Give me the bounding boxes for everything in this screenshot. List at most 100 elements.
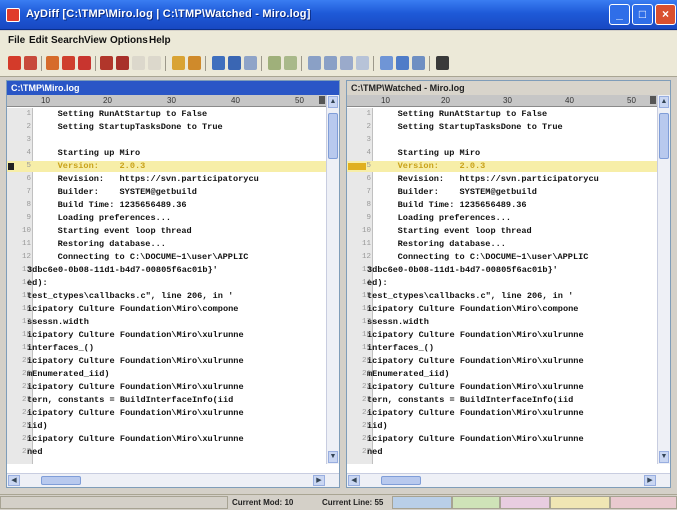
code-line[interactable]: 7 Builder: SYSTEM@getbuild (347, 187, 658, 198)
menu-edit[interactable]: Edit (29, 35, 48, 46)
code-line[interactable]: 7 Builder: SYSTEM@getbuild (7, 187, 327, 198)
view-horizontal-icon[interactable] (380, 56, 393, 70)
maximize-button[interactable]: □ (632, 4, 653, 25)
code-line[interactable]: 9 Loading preferences... (7, 213, 327, 224)
code-line[interactable]: 16 icipatory Culture Foundation\Miro\comp… (7, 304, 327, 315)
save-left-icon[interactable] (308, 56, 321, 70)
scroll-thumb[interactable] (41, 476, 81, 485)
code-line[interactable]: 19 interfaces_() (7, 343, 327, 354)
code-line[interactable]: 25 iid) (347, 421, 658, 432)
code-line[interactable]: 16 icipatory Culture Foundation\Miro\comp… (347, 304, 658, 315)
code-line[interactable]: 15 test_ctypes\callbacks.c", line 206, in… (7, 291, 327, 302)
copy-right-icon[interactable] (116, 56, 129, 70)
code-line[interactable]: 3 (7, 135, 327, 146)
scroll-down-icon[interactable]: ▼ (659, 451, 669, 463)
scroll-up-icon[interactable]: ▲ (659, 96, 669, 108)
code-line[interactable]: 8 Build Time: 1235656489.36 (7, 200, 327, 211)
code-line[interactable]: 22 icipatory Culture Foundation\Miro\xulr… (7, 382, 327, 393)
code-line[interactable]: 11 Restoring database... (347, 239, 658, 250)
menu-view[interactable]: View (84, 35, 107, 46)
scroll-right-icon[interactable]: ▶ (644, 475, 656, 486)
diff-line-highlighted[interactable]: 5 Version: 2.0.3 (7, 161, 327, 172)
code-line[interactable]: 25 iid) (7, 421, 327, 432)
code-line[interactable]: 15 test_ctypes\callbacks.c", line 206, in… (347, 291, 658, 302)
merge-icon[interactable] (268, 56, 281, 70)
close-button[interactable]: × (655, 4, 676, 25)
next-diff-icon[interactable] (78, 56, 91, 70)
undo-icon[interactable] (132, 56, 145, 70)
code-line[interactable]: 8 Build Time: 1235656489.36 (347, 200, 658, 211)
code-line[interactable]: 11 Restoring database... (7, 239, 327, 250)
right-arrow-icon[interactable] (228, 56, 241, 70)
code-line[interactable]: 18 icipatory Culture Foundation\Miro\xulr… (7, 330, 327, 341)
menu-help[interactable]: Help (149, 35, 171, 46)
code-line[interactable]: 10 Starting event loop thread (347, 226, 658, 237)
left-arrow-icon[interactable] (212, 56, 225, 70)
code-line[interactable]: 23 tern, constants = BuildInterfaceInfo(i… (347, 395, 658, 406)
left-horizontal-scrollbar[interactable]: ◀ ▶ (7, 473, 339, 487)
left-pane[interactable]: C:\TMP\Miro.log 10 20 30 40 50 1 Setting… (6, 80, 340, 488)
first-diff-icon[interactable] (46, 56, 59, 70)
scroll-thumb[interactable] (328, 113, 338, 159)
menu-options[interactable]: Options (110, 35, 148, 46)
right-horizontal-scrollbar[interactable]: ◀ ▶ (347, 473, 670, 487)
code-line[interactable]: 2 Setting StartupTasksDone to True (347, 122, 658, 133)
bookmark-icon[interactable] (436, 56, 449, 70)
scroll-up-icon[interactable]: ▲ (328, 96, 338, 108)
code-line[interactable]: 27 ned (7, 447, 327, 458)
view-single-icon[interactable] (412, 56, 425, 70)
code-line[interactable]: 4 Starting up Miro (347, 148, 658, 159)
code-line[interactable]: 26 icipatory Culture Foundation\Miro\xulr… (7, 434, 327, 445)
code-line[interactable]: 1 Setting RunAtStartup to False (7, 109, 327, 120)
diff-line-highlighted[interactable]: 5 Version: 2.0.3 (347, 161, 658, 172)
right-code-view[interactable]: 1 Setting RunAtStartup to False 2 Setting… (347, 108, 658, 464)
code-line[interactable]: 17 ssessn.width (347, 317, 658, 328)
scroll-left-icon[interactable]: ◀ (8, 475, 20, 486)
open-icon[interactable] (8, 56, 21, 70)
code-line[interactable]: 3 (347, 135, 658, 146)
up-icon[interactable] (172, 56, 185, 70)
left-vertical-scrollbar[interactable]: ▲ ▼ (326, 95, 339, 464)
scroll-left-icon[interactable]: ◀ (348, 475, 360, 486)
code-line[interactable]: 6 Revision: https://svn.participatorycu (347, 174, 658, 185)
code-line[interactable]: 14 ed): (347, 278, 658, 289)
minimize-button[interactable]: _ (609, 4, 630, 25)
code-line[interactable]: 12 Connecting to C:\DOCUME~1\user\APPLIC (7, 252, 327, 263)
prev-diff-icon[interactable] (62, 56, 75, 70)
view-vertical-icon[interactable] (396, 56, 409, 70)
reload-icon[interactable] (24, 56, 37, 70)
right-pane[interactable]: C:\TMP\Watched - Miro.log 10 20 30 40 50… (346, 80, 671, 488)
code-line[interactable]: 4 Starting up Miro (7, 148, 327, 159)
save-all-icon[interactable] (340, 56, 353, 70)
code-line[interactable]: 24 icipatory Culture Foundation\Miro\xulr… (347, 408, 658, 419)
code-line[interactable]: 13 3dbc6e0-0b08-11d1-b4d7-00805f6ac01b}' (347, 265, 658, 276)
code-line[interactable]: 1 Setting RunAtStartup to False (347, 109, 658, 120)
code-line[interactable]: 23 tern, constants = BuildInterfaceInfo(i… (7, 395, 327, 406)
menu-file[interactable]: File (8, 35, 25, 46)
scroll-down-icon[interactable]: ▼ (328, 451, 338, 463)
redo-icon[interactable] (148, 56, 161, 70)
code-line[interactable]: 18 icipatory Culture Foundation\Miro\xulr… (347, 330, 658, 341)
code-line[interactable]: 20 icipatory Culture Foundation\Miro\xulr… (7, 356, 327, 367)
menu-search[interactable]: Search (51, 35, 84, 46)
code-line[interactable]: 12 Connecting to C:\DOCUME~1\user\APPLIC (347, 252, 658, 263)
code-line[interactable]: 27 ned (347, 447, 658, 458)
right-vertical-scrollbar[interactable]: ▲ ▼ (657, 95, 670, 464)
code-line[interactable]: 6 Revision: https://svn.participatorycu (7, 174, 327, 185)
scroll-thumb[interactable] (659, 113, 669, 159)
scroll-thumb[interactable] (381, 476, 421, 485)
code-line[interactable]: 10 Starting event loop thread (7, 226, 327, 237)
code-line[interactable]: 19 interfaces_() (347, 343, 658, 354)
scroll-right-icon[interactable]: ▶ (313, 475, 325, 486)
left-code-view[interactable]: 1 Setting RunAtStartup to False 2 Setting… (7, 108, 327, 464)
code-line[interactable]: 13 3dbc6e0-0b08-11d1-b4d7-00805f6ac01b}' (7, 265, 327, 276)
code-line[interactable]: 9 Loading preferences... (347, 213, 658, 224)
save-right-icon[interactable] (324, 56, 337, 70)
code-line[interactable]: 26 icipatory Culture Foundation\Miro\xulr… (347, 434, 658, 445)
print-icon[interactable] (356, 56, 369, 70)
down-icon[interactable] (188, 56, 201, 70)
code-line[interactable]: 21 mEnumerated_iid) (347, 369, 658, 380)
code-line[interactable]: 14 ed): (7, 278, 327, 289)
code-line[interactable]: 21 mEnumerated_iid) (7, 369, 327, 380)
code-line[interactable]: 2 Setting StartupTasksDone to True (7, 122, 327, 133)
